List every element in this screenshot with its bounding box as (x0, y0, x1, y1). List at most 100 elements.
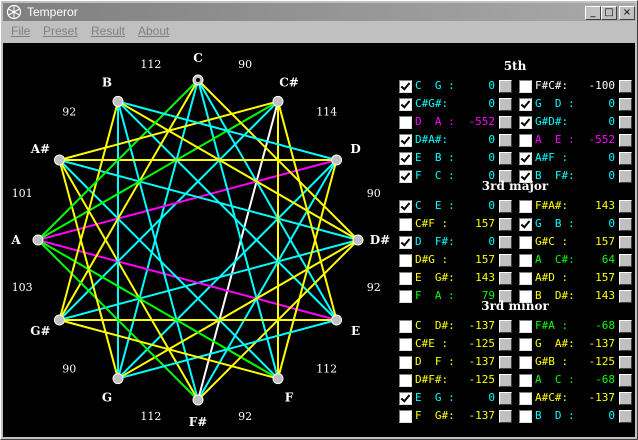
title-bar[interactable]: Temperor _ □ × (3, 3, 635, 21)
note-marker[interactable] (352, 234, 364, 246)
interval-color-button[interactable] (499, 80, 512, 93)
interval-checkbox[interactable] (519, 98, 532, 111)
interval-color-button[interactable] (499, 116, 512, 129)
interval-checkbox[interactable] (399, 272, 412, 285)
interval-checkbox[interactable] (519, 200, 532, 213)
interval-row: A C : -68 (519, 373, 635, 391)
interval-color-button[interactable] (619, 152, 632, 165)
interval-color-button[interactable] (499, 410, 512, 423)
interval-label: G#B : (535, 355, 569, 368)
interval-color-button[interactable] (499, 236, 512, 249)
interval-color-button[interactable] (619, 218, 632, 231)
interval-color-button[interactable] (619, 98, 632, 111)
interval-color-button[interactable] (619, 356, 632, 369)
interval-checkbox[interactable] (519, 152, 532, 165)
interval-color-button[interactable] (499, 134, 512, 147)
interval-label: D#F#: (415, 373, 449, 386)
maximize-button[interactable]: □ (601, 6, 617, 20)
interval-color-button[interactable] (619, 410, 632, 423)
interval-checkbox[interactable] (399, 152, 412, 165)
note-marker[interactable] (192, 394, 204, 406)
interval-color-button[interactable] (619, 338, 632, 351)
interval-color-button[interactable] (499, 356, 512, 369)
interval-checkbox[interactable] (399, 98, 412, 111)
interval-checkbox[interactable] (519, 338, 532, 351)
note-marker[interactable] (272, 95, 284, 107)
interval-checkbox[interactable] (519, 116, 532, 129)
note-marker[interactable] (112, 373, 124, 385)
interval-value: 0 (608, 151, 615, 164)
note-marker[interactable] (112, 95, 124, 107)
interval-checkbox[interactable] (519, 410, 532, 423)
interval-color-button[interactable] (499, 200, 512, 213)
minimize-button[interactable]: _ (585, 6, 601, 20)
interval-color-button[interactable] (619, 272, 632, 285)
interval-color-button[interactable] (499, 152, 512, 165)
interval-checkbox[interactable] (519, 134, 532, 147)
interval-color-button[interactable] (619, 200, 632, 213)
interval-checkbox[interactable] (399, 356, 412, 369)
interval-checkbox[interactable] (519, 374, 532, 387)
major-third-line (37, 100, 279, 241)
interval-row: D F#: 0 (399, 235, 515, 253)
menu-about[interactable]: About (138, 24, 169, 38)
interval-label: C G : (415, 79, 455, 92)
interval-checkbox[interactable] (399, 254, 412, 267)
note-marker[interactable] (331, 154, 343, 166)
interval-color-button[interactable] (619, 134, 632, 147)
note-marker[interactable] (53, 154, 65, 166)
note-marker[interactable] (32, 234, 44, 246)
interval-checkbox[interactable] (399, 134, 412, 147)
interval-checkbox[interactable] (519, 254, 532, 267)
interval-row: G B : 0 (519, 217, 635, 235)
interval-checkbox[interactable] (399, 338, 412, 351)
note-marker[interactable] (53, 314, 65, 326)
interval-cents-label: 112 (140, 410, 161, 423)
interval-row: E G#: 143 (399, 271, 515, 289)
note-label: G# (30, 324, 50, 338)
interval-color-button[interactable] (499, 218, 512, 231)
interval-checkbox[interactable] (399, 410, 412, 423)
note-marker[interactable] (331, 314, 343, 326)
interval-checkbox[interactable] (519, 356, 532, 369)
interval-checkbox[interactable] (399, 116, 412, 129)
interval-color-button[interactable] (619, 320, 632, 333)
interval-color-button[interactable] (499, 272, 512, 285)
interval-color-button[interactable] (619, 116, 632, 129)
interval-checkbox[interactable] (399, 80, 412, 93)
interval-color-button[interactable] (499, 374, 512, 387)
interval-checkbox[interactable] (519, 236, 532, 249)
interval-checkbox[interactable] (399, 218, 412, 231)
note-label: G (102, 391, 112, 405)
interval-color-button[interactable] (619, 236, 632, 249)
interval-value: -137 (468, 409, 496, 422)
interval-row: A E : -552 (519, 133, 635, 151)
menu-file[interactable]: File (11, 24, 30, 38)
interval-color-button[interactable] (619, 254, 632, 267)
interval-color-button[interactable] (499, 320, 512, 333)
interval-checkbox[interactable] (399, 200, 412, 213)
interval-color-button[interactable] (499, 338, 512, 351)
interval-checkbox[interactable] (399, 236, 412, 249)
interval-checkbox[interactable] (519, 320, 532, 333)
interval-color-button[interactable] (619, 80, 632, 93)
close-button[interactable]: × (619, 6, 635, 20)
interval-color-button[interactable] (619, 392, 632, 405)
interval-color-button[interactable] (499, 98, 512, 111)
interval-checkbox[interactable] (519, 272, 532, 285)
note-marker[interactable] (272, 373, 284, 385)
interval-checkbox[interactable] (519, 392, 532, 405)
interval-checkbox[interactable] (399, 320, 412, 333)
interval-row: D#G : 157 (399, 253, 515, 271)
interval-checkbox[interactable] (399, 374, 412, 387)
interval-checkbox[interactable] (519, 80, 532, 93)
interval-color-button[interactable] (619, 374, 632, 387)
menu-preset[interactable]: Preset (43, 24, 78, 38)
interval-color-button[interactable] (499, 254, 512, 267)
interval-color-button[interactable] (499, 392, 512, 405)
interval-row: C G : 0 (399, 79, 515, 97)
menu-result[interactable]: Result (91, 24, 125, 38)
interval-cents-label: 112 (316, 363, 337, 376)
interval-checkbox[interactable] (519, 218, 532, 231)
interval-checkbox[interactable] (399, 392, 412, 405)
